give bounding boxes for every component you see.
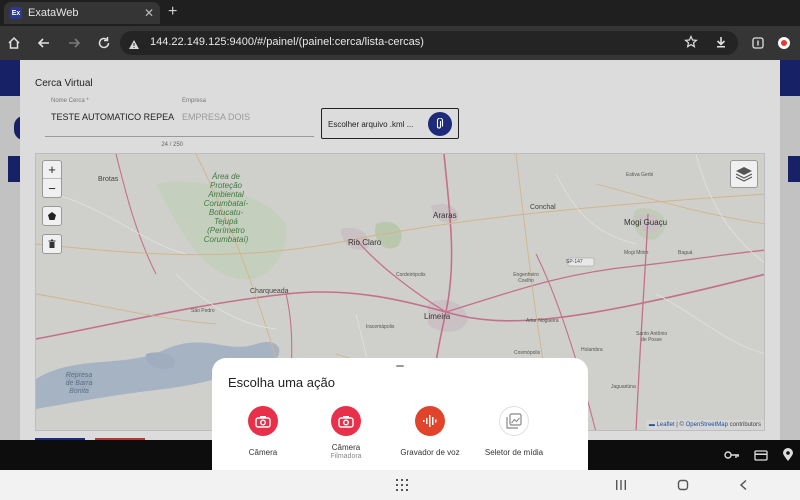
tab-switcher-icon[interactable] <box>748 33 768 53</box>
action-media-picker[interactable]: Seletor de mídia <box>474 406 554 457</box>
zoom-out-button[interactable]: − <box>43 179 61 197</box>
action-voice-recorder-label: Gravador de voz <box>400 448 460 457</box>
android-navigation-bar <box>0 470 800 500</box>
fence-name-field[interactable]: Nome Cerca * TESTE AUTOMATICO REPEA 24 /… <box>45 98 183 148</box>
reload-icon[interactable] <box>94 33 114 53</box>
action-media-picker-label: Seletor de mídia <box>484 448 544 457</box>
home-button-icon[interactable] <box>676 478 690 492</box>
credit-card-icon[interactable] <box>754 448 768 462</box>
background-bar-right <box>788 156 800 182</box>
company-field[interactable]: Empresa EMPRESA DOIS <box>176 98 314 137</box>
browser-tab-strip: Ex ExataWeb ✕ + <box>0 0 800 26</box>
download-icon[interactable] <box>714 35 728 54</box>
fence-name-underline <box>45 136 183 137</box>
map-label-iracemapolis: Iracemápolis <box>366 324 395 330</box>
attach-file-button[interactable] <box>428 112 452 136</box>
map-label-rio-claro: Rio Claro <box>348 238 382 247</box>
not-secure-warning-icon[interactable] <box>128 37 140 55</box>
action-camera-label: Câmera <box>248 448 278 457</box>
leaflet-flag-icon: ▬ <box>648 422 655 428</box>
map-label-brotas: Brotas <box>98 176 119 183</box>
company-underline <box>176 136 314 137</box>
kml-file-picker[interactable]: Escolher arquivo .kml ... <box>321 108 459 139</box>
paperclip-icon <box>436 118 444 129</box>
map-label-holambra: Holambra <box>581 347 603 353</box>
browser-toolbar: 144.22.149.125:9400/#/painel/(painel:cer… <box>0 26 800 60</box>
media-picker-icon <box>499 406 529 436</box>
fence-name-label: Nome Cerca * <box>51 98 89 104</box>
map-label-represa: Represa de Barra Bonita <box>65 372 93 395</box>
map-label-jaguariuna: Jaguariúna <box>611 384 636 390</box>
app-drawer-icon[interactable] <box>395 478 409 492</box>
map-label-sp147: SP-147 <box>566 259 583 265</box>
draw-polygon-button[interactable] <box>42 206 62 226</box>
back-arrow-icon[interactable] <box>34 33 54 53</box>
attribution-contributors: contributors <box>729 422 761 428</box>
map-label-santo-antonio-de-posse: Santo Antônio de Posse <box>636 331 668 343</box>
map-label-protected-area: Área de Proteção Ambiental Corumbataí- B… <box>203 172 249 244</box>
map-label-conchal: Conchal <box>530 204 556 211</box>
action-camcorder[interactable]: Câmera Filmadora <box>306 406 386 460</box>
key-icon[interactable] <box>724 448 740 462</box>
sheet-title: Escolha uma ação <box>228 375 335 390</box>
dialog-title: Cerca Virtual <box>35 78 93 89</box>
map-label-mogi-mirim: Mogi Mirim <box>624 250 649 256</box>
polygon-icon <box>48 212 56 220</box>
recent-apps-icon[interactable] <box>614 478 628 492</box>
camera-icon <box>248 406 278 436</box>
home-icon[interactable] <box>4 33 24 53</box>
address-bar[interactable]: 144.22.149.125:9400/#/painel/(painel:cer… <box>120 31 738 55</box>
fence-name-input[interactable]: TESTE AUTOMATICO REPEA <box>51 112 183 122</box>
action-voice-recorder[interactable]: Gravador de voz <box>390 406 470 457</box>
fence-name-counter: 24 / 250 <box>161 142 183 148</box>
action-camcorder-label: Câmera <box>331 443 361 452</box>
layers-control-button[interactable] <box>730 160 758 188</box>
background-bar-left <box>8 156 20 182</box>
company-input[interactable]: EMPRESA DOIS <box>182 112 314 122</box>
camcorder-icon <box>331 406 361 436</box>
trash-icon <box>48 239 56 248</box>
map-label-cosmopolis: Cosmópolis <box>514 350 541 356</box>
map-label-sao-pedro: São Pedro <box>191 308 215 314</box>
map-label-limeira: Limeira <box>424 312 451 321</box>
map-label-artur-nogueira: Artur Nogueira <box>526 318 559 324</box>
attribution-separator: | <box>676 422 678 428</box>
zoom-control: + − <box>42 160 62 198</box>
map-label-bagua: Baguá <box>678 250 693 256</box>
bookmark-star-icon[interactable] <box>684 35 698 54</box>
new-tab-button[interactable]: + <box>168 3 177 21</box>
leaflet-link[interactable]: Leaflet <box>657 422 675 428</box>
profile-avatar-icon[interactable] <box>774 33 794 53</box>
forward-arrow-icon[interactable] <box>64 33 84 53</box>
action-camcorder-sublabel: Filmadora <box>330 453 362 460</box>
action-camera[interactable]: Câmera <box>223 406 303 457</box>
action-chooser-sheet: Escolha uma ação Câmera Câmera Filmadora… <box>212 358 588 470</box>
close-tab-icon[interactable]: ✕ <box>144 6 154 20</box>
map-label-engenheiro-coelho: Engenheiro Coelho <box>513 272 539 284</box>
location-pin-icon[interactable] <box>782 448 794 462</box>
zoom-in-button[interactable]: + <box>43 161 61 179</box>
voice-recorder-icon <box>415 406 445 436</box>
delete-shape-button[interactable] <box>42 234 62 254</box>
kml-file-label: Escolher arquivo .kml ... <box>328 120 414 129</box>
map-label-araras: Araras <box>433 211 457 220</box>
back-button-icon[interactable] <box>737 478 751 492</box>
attribution-copyright: © <box>679 422 684 428</box>
sheet-drag-handle[interactable] <box>396 365 404 367</box>
company-label: Empresa <box>182 98 207 104</box>
tab-title: ExataWeb <box>28 7 79 19</box>
map-label-estiva-gerbi: Estiva Gerbi <box>626 172 654 178</box>
map-label-cordeiropolis: Cordeirópolis <box>396 272 426 278</box>
site-favicon-icon: Ex <box>10 7 22 19</box>
openstreetmap-link[interactable]: OpenStreetMap <box>686 422 728 428</box>
url-text[interactable]: 144.22.149.125:9400/#/painel/(painel:cer… <box>150 36 424 48</box>
browser-tab[interactable]: Ex ExataWeb ✕ <box>4 2 160 24</box>
map-label-mogi-guacu: Mogi Guaçu <box>624 218 668 227</box>
map-attribution: ▬ Leaflet | © OpenStreetMap contributors <box>645 420 764 430</box>
layers-icon <box>735 167 753 182</box>
map-label-charqueada: Charqueada <box>250 288 289 295</box>
